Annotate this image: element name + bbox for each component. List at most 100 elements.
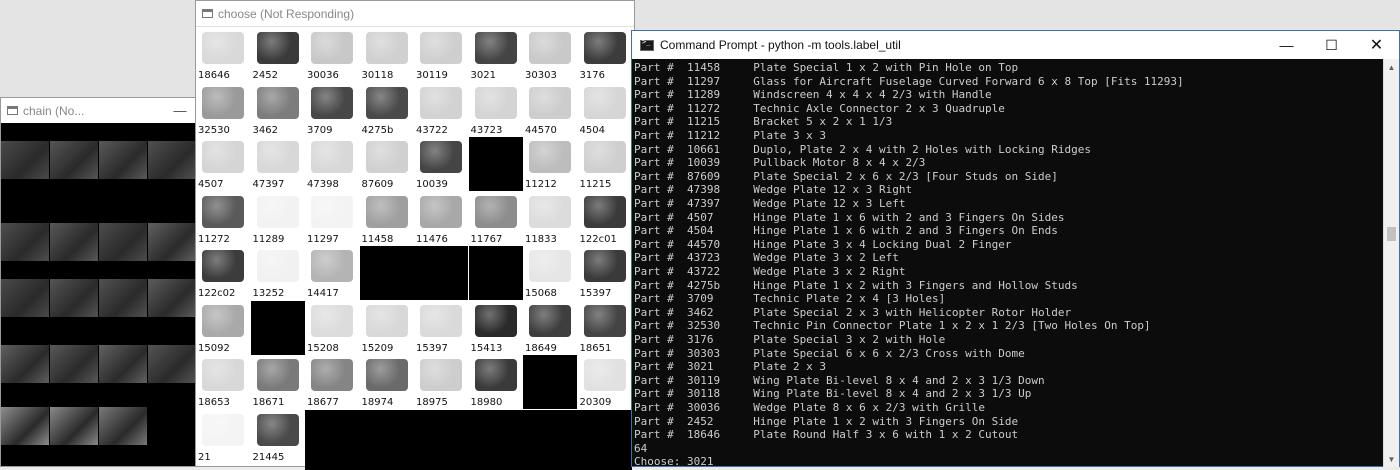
part-image: [365, 359, 408, 391]
part-number-label: 4504: [579, 124, 605, 136]
part-tile[interactable]: 11767: [468, 191, 523, 246]
vertical-scrollbar[interactable]: ▲ ▼: [1383, 59, 1399, 467]
part-tile[interactable]: 11458: [359, 191, 414, 246]
part-tile[interactable]: 15397: [414, 300, 468, 355]
part-tile[interactable]: 47398: [305, 137, 359, 191]
close-button[interactable]: ✕: [1354, 31, 1399, 59]
console-line: Part # 4504 Hinge Plate 1 x 6 with 2 and…: [634, 224, 1058, 238]
part-image: [583, 141, 626, 173]
part-tile[interactable]: 43722: [414, 82, 468, 137]
part-tile[interactable]: 15068: [523, 246, 577, 300]
part-tile[interactable]: 30118: [359, 28, 414, 82]
part-image: [311, 32, 353, 64]
chain-titlebar[interactable]: chain (No... —: [1, 98, 195, 123]
part-tile[interactable]: 15092: [196, 300, 250, 355]
part-image: [256, 413, 299, 446]
console-line: Part # 10039 Pullback Motor 8 x 4 x 2/3: [634, 156, 926, 170]
choose-window[interactable]: choose (Not Responding) 18646 2452 30036 30…: [195, 0, 635, 470]
part-number-label: 18646: [198, 70, 230, 81]
part-tile[interactable]: 15413: [468, 300, 523, 355]
part-tile[interactable]: 30119: [414, 28, 468, 82]
scroll-up-arrow-icon[interactable]: ▲: [1384, 59, 1399, 75]
scroll-thumb[interactable]: [1387, 227, 1396, 242]
part-number-label: 30303: [525, 70, 557, 81]
part-tile[interactable]: 11476: [414, 191, 468, 246]
part-tile[interactable]: 11297: [305, 191, 359, 246]
part-tile[interactable]: 21: [196, 409, 250, 464]
part-tile[interactable]: 11272: [196, 191, 250, 246]
part-tile[interactable]: 13252: [250, 246, 305, 300]
part-tile[interactable]: 11289: [250, 191, 305, 246]
part-image: [202, 86, 244, 119]
part-tile[interactable]: 32530: [196, 82, 250, 137]
console-line: Part # 11458 Plate Special 1 x 2 with Pi…: [634, 61, 1019, 74]
part-tile[interactable]: 18974: [359, 355, 414, 409]
part-tile[interactable]: 18651: [577, 300, 632, 355]
window-icon: [202, 9, 213, 18]
part-image: [420, 141, 462, 173]
chain-thumbnail: [50, 279, 98, 317]
scroll-down-arrow-icon[interactable]: ▼: [1384, 451, 1399, 467]
minimize-button[interactable]: —: [165, 103, 195, 118]
part-tile[interactable]: 18653: [196, 355, 250, 409]
part-tile[interactable]: 4275b: [359, 82, 414, 137]
part-tile[interactable]: 18671: [250, 355, 305, 409]
part-tile[interactable]: 15209: [359, 300, 414, 355]
part-tile[interactable]: [414, 246, 468, 300]
part-number-label: 18974: [361, 397, 394, 408]
part-tile[interactable]: [523, 355, 577, 409]
command-prompt-window[interactable]: Command Prompt - python -m tools.label_u…: [631, 30, 1400, 467]
part-tile[interactable]: 3176: [577, 28, 632, 82]
part-tile[interactable]: 30303: [523, 28, 577, 82]
minimize-button[interactable]: —: [1264, 31, 1309, 59]
part-tile[interactable]: [468, 137, 523, 191]
part-tile[interactable]: 11833: [523, 191, 577, 246]
part-number-label: 21: [198, 451, 211, 463]
maximize-button[interactable]: ☐: [1309, 31, 1354, 59]
part-tile[interactable]: 43723: [468, 82, 523, 137]
part-tile[interactable]: [250, 300, 305, 355]
part-tile[interactable]: 15208: [305, 300, 359, 355]
part-tile[interactable]: 3021: [468, 28, 523, 82]
part-tile[interactable]: 20309: [577, 355, 632, 409]
console-line: Part # 43723 Wedge Plate 3 x 2 Left: [634, 251, 899, 265]
part-number-label: 122c01: [579, 233, 617, 245]
part-tile[interactable]: 18677: [305, 355, 359, 409]
part-number-label: 122c02: [198, 288, 236, 299]
part-number-label: 4507: [198, 179, 224, 190]
part-tile[interactable]: [359, 246, 414, 300]
chain-thumbnail: [148, 279, 196, 317]
part-tile[interactable]: 30036: [305, 28, 359, 82]
part-tile[interactable]: [468, 246, 523, 300]
part-tile[interactable]: 10039: [414, 137, 468, 191]
part-tile[interactable]: 18649: [523, 300, 577, 355]
part-tile[interactable]: 122c02: [196, 246, 250, 300]
chain-window[interactable]: chain (No... —: [0, 97, 196, 467]
part-tile[interactable]: 47397: [250, 137, 305, 191]
part-number-label: 43722: [416, 124, 448, 136]
part-tile[interactable]: 15397: [577, 246, 632, 300]
part-tile[interactable]: 14417: [305, 246, 359, 300]
part-tile[interactable]: 4507: [196, 137, 250, 191]
part-tile[interactable]: 3709: [305, 82, 359, 137]
part-tile[interactable]: 2452: [250, 28, 305, 82]
part-number-label: 10039: [416, 179, 448, 190]
part-tile[interactable]: 11215: [577, 137, 632, 191]
choose-titlebar[interactable]: choose (Not Responding): [196, 1, 634, 27]
part-image: [583, 250, 626, 282]
part-image: [474, 32, 517, 64]
part-tile[interactable]: 122c01: [577, 191, 632, 246]
part-tile[interactable]: 21445: [250, 409, 305, 464]
part-tile[interactable]: 44570: [523, 82, 577, 137]
part-tile[interactable]: 11212: [523, 137, 577, 191]
part-tile[interactable]: 18980: [468, 355, 523, 409]
part-tile[interactable]: 18975: [414, 355, 468, 409]
part-image: [583, 359, 626, 391]
console-output[interactable]: Part # 11458 Plate Special 1 x 2 with Pi…: [632, 59, 1383, 467]
part-tile[interactable]: 3462: [250, 82, 305, 137]
part-tile[interactable]: 18646: [196, 28, 250, 82]
part-number-label: 15209: [361, 342, 394, 354]
part-tile[interactable]: 87609: [359, 137, 414, 191]
part-tile[interactable]: 4504: [577, 82, 632, 137]
cmd-titlebar[interactable]: Command Prompt - python -m tools.label_u…: [632, 31, 1399, 59]
